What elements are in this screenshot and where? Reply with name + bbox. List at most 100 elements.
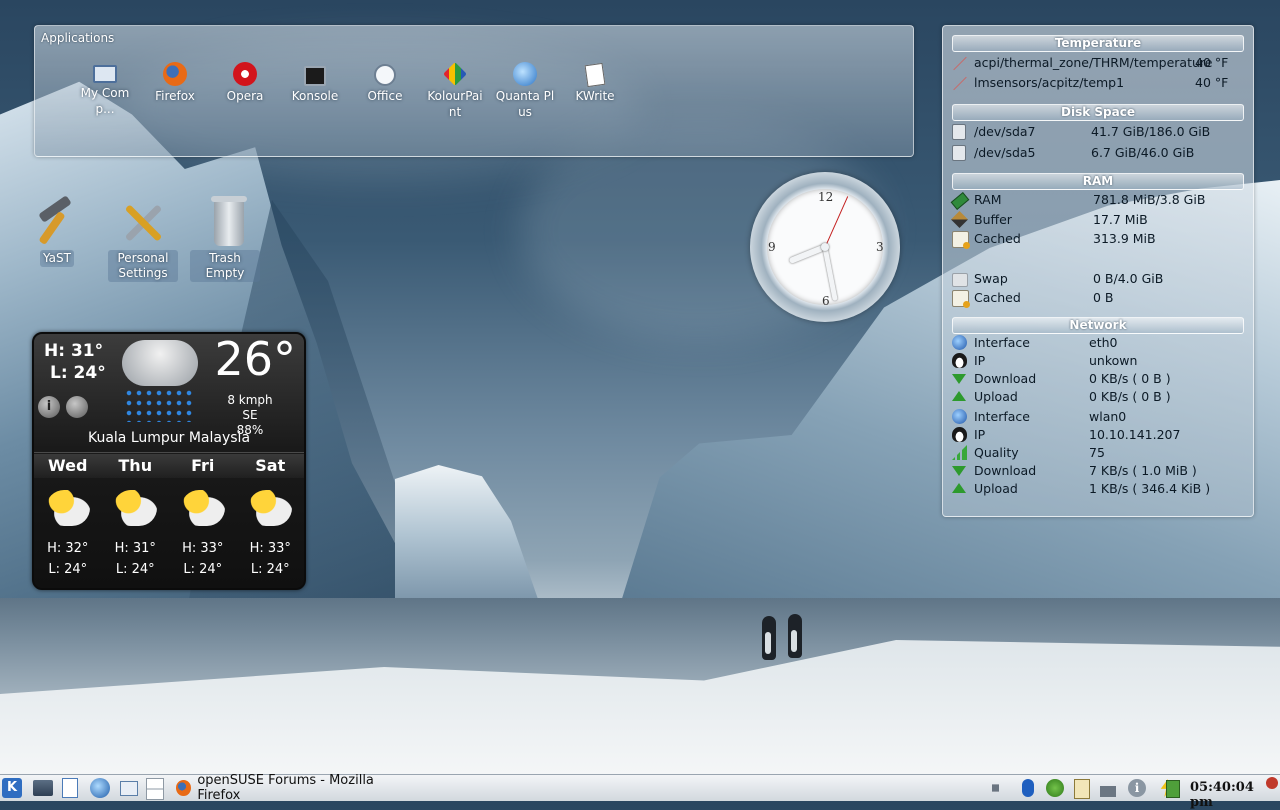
forecast-day: Sat H: 33° L: 24° <box>236 454 304 580</box>
upload-arrow-icon <box>952 483 966 493</box>
network-value: eth0 <box>1089 335 1118 350</box>
file-manager-icon[interactable] <box>33 780 53 796</box>
weather-low: L: 24° <box>50 363 106 383</box>
kmenu-button[interactable]: K <box>2 778 22 798</box>
app-my-computer[interactable]: My Comp... <box>70 62 140 120</box>
network-manager-icon[interactable] <box>1046 779 1064 797</box>
ram-row: Buffer 17.7 MiB <box>951 211 1247 229</box>
power-icon[interactable] <box>1266 777 1278 789</box>
weather-globe-button[interactable] <box>66 396 88 418</box>
network-value: unkown <box>1089 353 1138 368</box>
network-label: Quality <box>974 445 1019 460</box>
upload-arrow-icon <box>952 391 966 401</box>
desktop-pager[interactable] <box>146 778 164 800</box>
applications-panel: Applications My Comp... Firefox Opera Ko… <box>34 25 914 157</box>
app-kolourpaint[interactable]: KolourPaint <box>420 62 490 120</box>
desktop-icon-personal-settings[interactable]: Personal Settings <box>108 200 178 282</box>
network-label: Upload <box>974 481 1018 496</box>
disk-space-header: Disk Space <box>952 104 1244 121</box>
app-konsole[interactable]: Konsole <box>280 62 350 120</box>
weather-widget[interactable]: H: 31° L: 24° 26° i 8 kmph SE 88% Kuala … <box>32 332 306 590</box>
battery-icon[interactable] <box>1166 780 1180 798</box>
network-label: Interface <box>974 335 1030 350</box>
opera-icon <box>233 62 257 86</box>
ram-row: RAM 781.8 MiB/3.8 GiB <box>950 191 1247 210</box>
swap-value: 0 B <box>1093 290 1114 305</box>
desktop-icon-label: Trash Empty <box>190 250 260 282</box>
swap-row: Cached 0 B <box>952 289 1247 308</box>
forecast-high: H: 33° <box>182 541 224 556</box>
network-label: IP <box>974 427 986 442</box>
clipboard-icon[interactable] <box>1074 779 1090 799</box>
rain-cloud-icon <box>122 340 198 386</box>
system-monitor-widget: Temperature acpi/thermal_zone/THRM/tempe… <box>942 25 1254 517</box>
computer-icon <box>93 65 117 83</box>
app-quanta-plus[interactable]: Quanta Plus <box>490 62 560 120</box>
app-kwrite[interactable]: KWrite <box>560 62 630 120</box>
temperature-label: acpi/thermal_zone/THRM/temperature <box>974 55 1213 70</box>
clock-center-pin <box>821 243 829 251</box>
taskbar-window-firefox[interactable]: openSUSE Forums - Mozilla Firefox <box>172 773 412 803</box>
divider <box>34 452 304 453</box>
ram-row: Cached 313.9 MiB <box>952 230 1247 249</box>
ram-label: RAM <box>974 192 1002 207</box>
app-label: Office <box>367 89 403 103</box>
editor-icon <box>584 62 606 88</box>
thunderstorm-icon <box>45 490 90 526</box>
network-value: 75 <box>1089 445 1105 460</box>
network-row: IP 10.10.141.207 <box>952 426 1247 444</box>
analog-clock[interactable]: 12 3 6 9 <box>750 172 900 322</box>
app-label: Opera <box>226 89 264 103</box>
app-label: KolourPaint <box>427 89 483 119</box>
app-label: My Comp... <box>80 86 130 116</box>
disk-value: 6.7 GiB/46.0 GiB <box>1091 145 1195 160</box>
network-value: 10.10.141.207 <box>1089 427 1181 442</box>
disk-row: /dev/sda7 41.7 GiB/186.0 GiB <box>952 123 1247 141</box>
network-row: Interface eth0 <box>952 334 1247 352</box>
ram-value: 781.8 MiB/3.8 GiB <box>1093 192 1206 207</box>
app-label: Quanta Plus <box>495 89 555 119</box>
firefox-icon <box>163 62 187 86</box>
signal-strength-icon[interactable] <box>1100 779 1116 797</box>
temperature-header: Temperature <box>952 35 1244 52</box>
web-browser-icon[interactable] <box>90 778 110 798</box>
desktop-icon-yast[interactable]: YaST <box>22 200 92 267</box>
forecast-day-name: Thu <box>101 454 169 478</box>
app-firefox[interactable]: Firefox <box>140 62 210 120</box>
ram-value: 313.9 MiB <box>1093 231 1156 246</box>
app-label: Konsole <box>291 89 339 103</box>
clock-numeral-6: 6 <box>822 294 830 308</box>
temperature-value: 40 °F <box>1195 75 1229 90</box>
forecast-day: Thu H: 31° L: 24° <box>101 454 169 580</box>
mail-icon[interactable] <box>120 781 138 796</box>
signal-bars-icon <box>952 445 967 460</box>
temperature-label: lmsensors/acpitz/temp1 <box>974 75 1125 90</box>
download-arrow-icon <box>952 466 966 476</box>
tools-icon <box>120 200 166 246</box>
rain-drops-icon <box>124 388 194 422</box>
desktop-icon-trash[interactable]: Trash Empty <box>190 196 260 282</box>
network-value: 7 KB/s ( 1.0 MiB ) <box>1089 463 1197 478</box>
hammer-icon <box>34 200 80 246</box>
forecast-day-name: Wed <box>34 454 102 478</box>
forecast-high: H: 31° <box>114 541 156 556</box>
network-row: Upload 1 KB/s ( 346.4 KiB ) <box>952 480 1247 498</box>
bluetooth-icon[interactable] <box>1022 779 1034 797</box>
disk-label: /dev/sda7 <box>974 124 1036 139</box>
disk-value: 41.7 GiB/186.0 GiB <box>1091 124 1211 139</box>
info-icon[interactable]: i <box>1128 779 1146 797</box>
app-office[interactable]: Office <box>350 62 420 120</box>
ram-label: Cached <box>974 231 1021 246</box>
taskbar-window-title: openSUSE Forums - Mozilla Firefox <box>197 773 374 803</box>
volume-icon[interactable] <box>992 779 1007 797</box>
thermometer-icon <box>952 75 967 91</box>
weather-info-button[interactable]: i <box>38 396 60 418</box>
network-label: IP <box>974 353 986 368</box>
app-opera[interactable]: Opera <box>210 62 280 120</box>
swap-label: Cached <box>974 290 1021 305</box>
quanta-icon <box>513 62 537 86</box>
app-label: Firefox <box>155 89 195 103</box>
disk-row: /dev/sda5 6.7 GiB/46.0 GiB <box>952 144 1247 162</box>
document-icon[interactable] <box>62 778 78 798</box>
network-row: Quality 75 <box>952 444 1247 462</box>
